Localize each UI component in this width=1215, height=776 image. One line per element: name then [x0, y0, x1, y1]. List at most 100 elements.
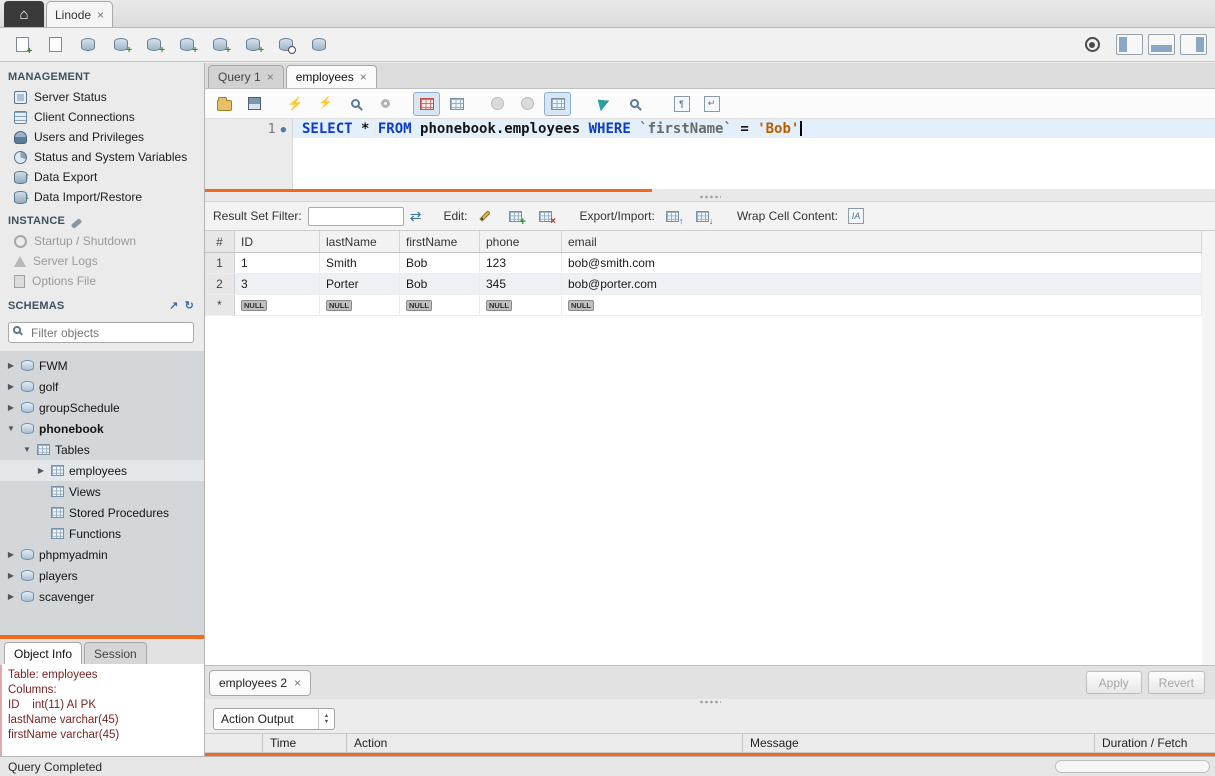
tree-item-stored-procedures[interactable]: Stored Procedures	[0, 502, 204, 523]
tab-query-1[interactable]: Query 1 ×	[208, 65, 284, 88]
invisible-chars-button[interactable]: ¶	[668, 92, 695, 116]
execute-current-statement-button[interactable]: ⚡	[312, 92, 339, 116]
schema-item-golf[interactable]: ▶ golf	[0, 376, 204, 397]
row-number-cell[interactable]: 1	[205, 253, 235, 273]
toggle-grid-button[interactable]	[443, 92, 470, 116]
find-button[interactable]	[621, 92, 648, 116]
refresh-results-icon[interactable]: ⇄	[410, 208, 422, 225]
sql-editor[interactable]: 1● SELECT * FROM phonebook.employees WHE…	[205, 119, 1215, 189]
create-procedure-button[interactable]	[206, 32, 234, 58]
wrap-text-button[interactable]: ↵	[698, 92, 725, 116]
column-header-email[interactable]: email	[562, 231, 1202, 252]
schema-item-groupschedule[interactable]: ▶ groupSchedule	[0, 397, 204, 418]
save-script-button[interactable]	[241, 92, 268, 116]
create-function-button[interactable]	[239, 32, 267, 58]
cell-firstname[interactable]: Bob	[400, 274, 480, 294]
horizontal-scrollbar-thumb[interactable]	[1055, 760, 1210, 773]
commit-button[interactable]	[484, 92, 511, 116]
new-sql-tab-button[interactable]	[8, 32, 36, 58]
schema-item-phonebook[interactable]: ▼ phonebook	[0, 418, 204, 439]
expand-arrow-icon[interactable]: ▶	[6, 571, 16, 580]
column-header-id[interactable]: ID	[235, 231, 320, 252]
expand-arrow-icon[interactable]: ▶	[6, 361, 16, 370]
close-icon[interactable]: ×	[360, 70, 367, 84]
reconnect-dbms-button[interactable]	[305, 32, 333, 58]
output-type-dropdown[interactable]: Action Output ▲ ▼	[213, 708, 335, 730]
expand-arrow-icon[interactable]: ▶	[6, 403, 16, 412]
code-area[interactable]: SELECT * FROM phonebook.employees WHERE …	[293, 119, 1215, 189]
schema-filter-input[interactable]	[8, 322, 194, 343]
cell-lastname[interactable]: NULL	[320, 295, 400, 315]
editor-results-splitter[interactable]	[205, 192, 1215, 201]
output-column-action[interactable]: Action	[347, 734, 743, 752]
expand-arrow-icon[interactable]: ▶	[6, 592, 16, 601]
open-sql-script-button[interactable]	[41, 32, 69, 58]
expand-arrow-icon[interactable]: ▶	[6, 550, 16, 559]
search-data-button[interactable]	[272, 32, 300, 58]
cell-lastname[interactable]: Porter	[320, 274, 400, 294]
tab-employees-2[interactable]: employees 2 ×	[209, 670, 311, 696]
revert-button[interactable]: Revert	[1148, 671, 1205, 694]
tab-object-info[interactable]: Object Info	[4, 642, 82, 664]
cell-lastname[interactable]: Smith	[320, 253, 400, 273]
cell-id[interactable]: 3	[235, 274, 320, 294]
tree-item-employees[interactable]: ▶ employees	[0, 460, 204, 481]
cell-email[interactable]: NULL	[562, 295, 1202, 315]
close-icon[interactable]: ×	[267, 70, 274, 84]
schema-item-players[interactable]: ▶ players	[0, 565, 204, 586]
schema-item-scavenger[interactable]: ▶ scavenger	[0, 586, 204, 607]
schema-item-phpmyadmin[interactable]: ▶ phpmyadmin	[0, 544, 204, 565]
expand-arrow-icon[interactable]: ▶	[36, 466, 46, 475]
tree-item-functions[interactable]: Functions	[0, 523, 204, 544]
tree-item-tables[interactable]: ▼ Tables	[0, 439, 204, 460]
insert-row-button[interactable]	[503, 205, 527, 227]
sidebar-item-system-variables[interactable]: Status and System Variables	[0, 147, 204, 167]
sidebar-item-client-connections[interactable]: Client Connections	[0, 107, 204, 127]
output-column-icon[interactable]	[205, 734, 263, 752]
rollback-button[interactable]	[514, 92, 541, 116]
sidebar-item-users-privileges[interactable]: Users and Privileges	[0, 127, 204, 147]
cell-email[interactable]: bob@smith.com	[562, 253, 1202, 273]
export-recordset-button[interactable]	[661, 205, 685, 227]
sidebar-item-startup-shutdown[interactable]: Startup / Shutdown	[0, 231, 204, 251]
cell-phone[interactable]: 123	[480, 253, 562, 273]
home-tab-button[interactable]: ⌂	[4, 1, 44, 27]
sidebar-item-data-import[interactable]: Data Import/Restore	[0, 187, 204, 207]
status-indicator-button[interactable]	[1078, 32, 1106, 58]
column-header-rownum[interactable]: #	[205, 231, 235, 252]
tree-item-views[interactable]: Views	[0, 481, 204, 502]
collapse-arrow-icon[interactable]: ▼	[6, 424, 16, 433]
tab-session[interactable]: Session	[84, 642, 147, 664]
column-header-lastname[interactable]: lastName	[320, 231, 400, 252]
apply-button[interactable]: Apply	[1086, 671, 1142, 694]
stop-button[interactable]	[372, 92, 399, 116]
cell-id[interactable]: NULL	[235, 295, 320, 315]
expand-arrow-icon[interactable]: ▶	[6, 382, 16, 391]
create-table-button[interactable]	[140, 32, 168, 58]
output-column-duration[interactable]: Duration / Fetch	[1095, 734, 1215, 752]
row-number-cell[interactable]: *	[205, 295, 235, 315]
open-script-button[interactable]	[211, 92, 238, 116]
delete-row-button[interactable]	[533, 205, 557, 227]
toggle-bottom-panel-button[interactable]	[1148, 34, 1175, 55]
cell-firstname[interactable]: NULL	[400, 295, 480, 315]
column-header-firstname[interactable]: firstName	[400, 231, 480, 252]
collapse-arrow-icon[interactable]: ▼	[22, 445, 32, 454]
cell-phone[interactable]: NULL	[480, 295, 562, 315]
column-header-phone[interactable]: phone	[480, 231, 562, 252]
close-icon[interactable]: ×	[294, 676, 301, 690]
refresh-schemas-icon[interactable]: ↻	[185, 299, 194, 312]
output-column-message[interactable]: Message	[743, 734, 1095, 752]
create-schema-button[interactable]	[107, 32, 135, 58]
cell-id[interactable]: 1	[235, 253, 320, 273]
output-column-time[interactable]: Time	[263, 734, 347, 752]
create-view-button[interactable]	[173, 32, 201, 58]
sql-statement-line[interactable]: SELECT * FROM phonebook.employees WHERE …	[293, 119, 1215, 138]
sidebar-item-options-file[interactable]: Options File	[0, 271, 204, 291]
beautify-button[interactable]	[591, 92, 618, 116]
autocommit-button[interactable]	[544, 92, 571, 116]
limit-rows-button[interactable]	[413, 92, 440, 116]
toggle-right-panel-button[interactable]	[1180, 34, 1207, 55]
cell-email[interactable]: bob@porter.com	[562, 274, 1202, 294]
dropdown-stepper[interactable]: ▲ ▼	[318, 709, 334, 729]
